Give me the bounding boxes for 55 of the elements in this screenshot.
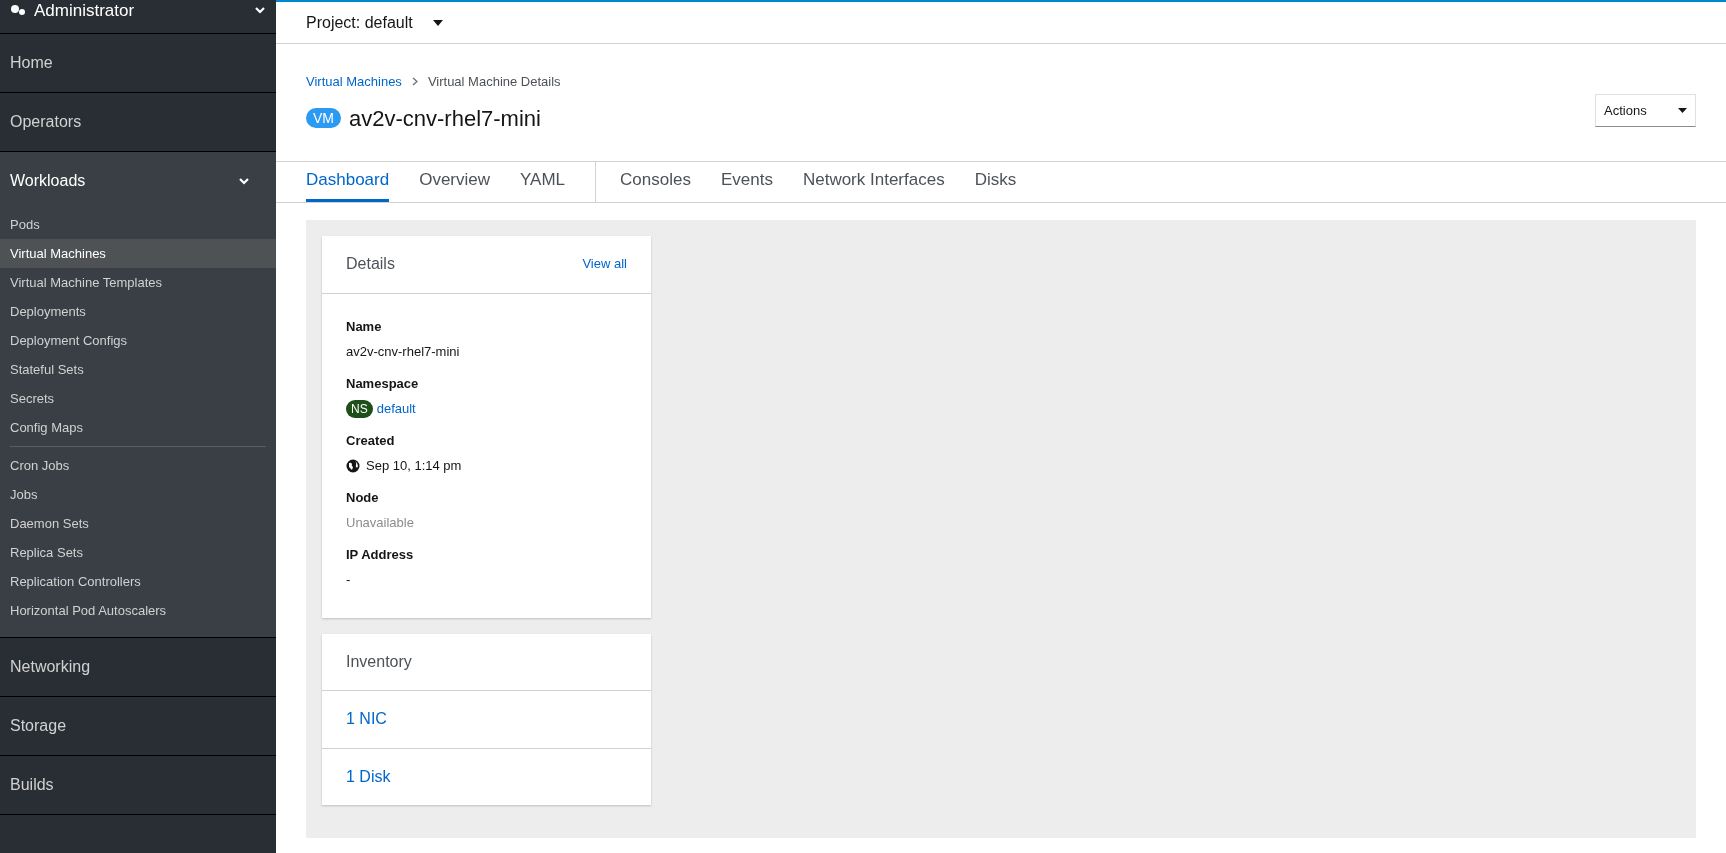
nav-item[interactable]: Stateful Sets [0, 355, 276, 384]
field-label: IP Address [346, 545, 415, 564]
card-title: Inventory [346, 651, 412, 672]
actions-dropdown[interactable]: Actions [1595, 94, 1696, 127]
field-value: Unavailable [346, 514, 415, 532]
caret-icon [1678, 108, 1687, 113]
chevron-icon [238, 175, 250, 187]
view-all-link[interactable]: View all [582, 254, 627, 274]
field-label: Name [346, 317, 383, 336]
nav-item[interactable]: Deployments [0, 297, 276, 326]
namespace-link[interactable]: default [376, 399, 416, 419]
field-label: Created [346, 431, 396, 450]
nav-section[interactable]: Workloads [0, 152, 276, 210]
nav-item[interactable]: Pods [0, 210, 276, 239]
nav-section[interactable]: Networking [0, 638, 276, 696]
field-value: - [346, 571, 352, 589]
tab[interactable]: Overview [419, 161, 491, 202]
project-dropdown[interactable]: Project: default [306, 10, 443, 35]
tab[interactable]: Consoles [620, 161, 691, 202]
nav-item[interactable]: Virtual Machines [0, 239, 276, 268]
inventory-link[interactable]: 1 Disk [346, 764, 391, 789]
nav-section[interactable]: Builds [0, 756, 276, 814]
page-title: av2v-cnv-rhel7-mini [349, 104, 541, 133]
caret-icon [432, 19, 443, 26]
tab[interactable]: Network Interfaces [802, 161, 945, 202]
globe-icon [346, 458, 360, 473]
field-label: Namespace [346, 374, 420, 393]
chevron-right-icon [411, 77, 418, 87]
tab[interactable]: Disks [974, 161, 1017, 202]
nav-item[interactable]: Horizontal Pod Autoscalers [0, 596, 276, 625]
nav-item[interactable]: Replication Controllers [0, 567, 276, 596]
nav-section[interactable]: Operators [0, 93, 276, 151]
field-value: av2v-cnv-rhel7-mini [346, 343, 461, 361]
nav-section[interactable]: Home [0, 34, 276, 92]
perspective-switcher[interactable]: Administrator [10, 0, 266, 23]
nav-item[interactable]: Secrets [0, 384, 276, 413]
nav-item[interactable]: Jobs [0, 480, 276, 509]
nav-item[interactable]: Virtual Machine Templates [0, 268, 276, 297]
tab[interactable]: Events [720, 161, 773, 202]
inventory-link[interactable]: 1 NIC [346, 707, 387, 731]
breadcrumb-current: Virtual Machine Details [427, 73, 561, 91]
breadcrumb-link[interactable]: Virtual Machines [306, 72, 402, 92]
tab[interactable]: YAML [520, 161, 566, 202]
namespace-badge: NS [346, 399, 373, 418]
field-value: Sep 10, 1:14 pm [366, 457, 462, 475]
nav-item[interactable]: Replica Sets [0, 538, 276, 567]
nav-item[interactable]: Config Maps [0, 413, 276, 442]
nav-section[interactable]: Storage [0, 697, 276, 755]
card-title: Details [346, 254, 395, 274]
nav-item[interactable]: Deployment Configs [0, 326, 276, 355]
resource-badge: VM [306, 108, 341, 128]
field-label: Node [346, 488, 380, 507]
tab[interactable]: Dashboard [306, 161, 390, 202]
nav-item[interactable]: Cron Jobs [0, 451, 276, 480]
nav-item[interactable]: Daemon Sets [0, 509, 276, 538]
